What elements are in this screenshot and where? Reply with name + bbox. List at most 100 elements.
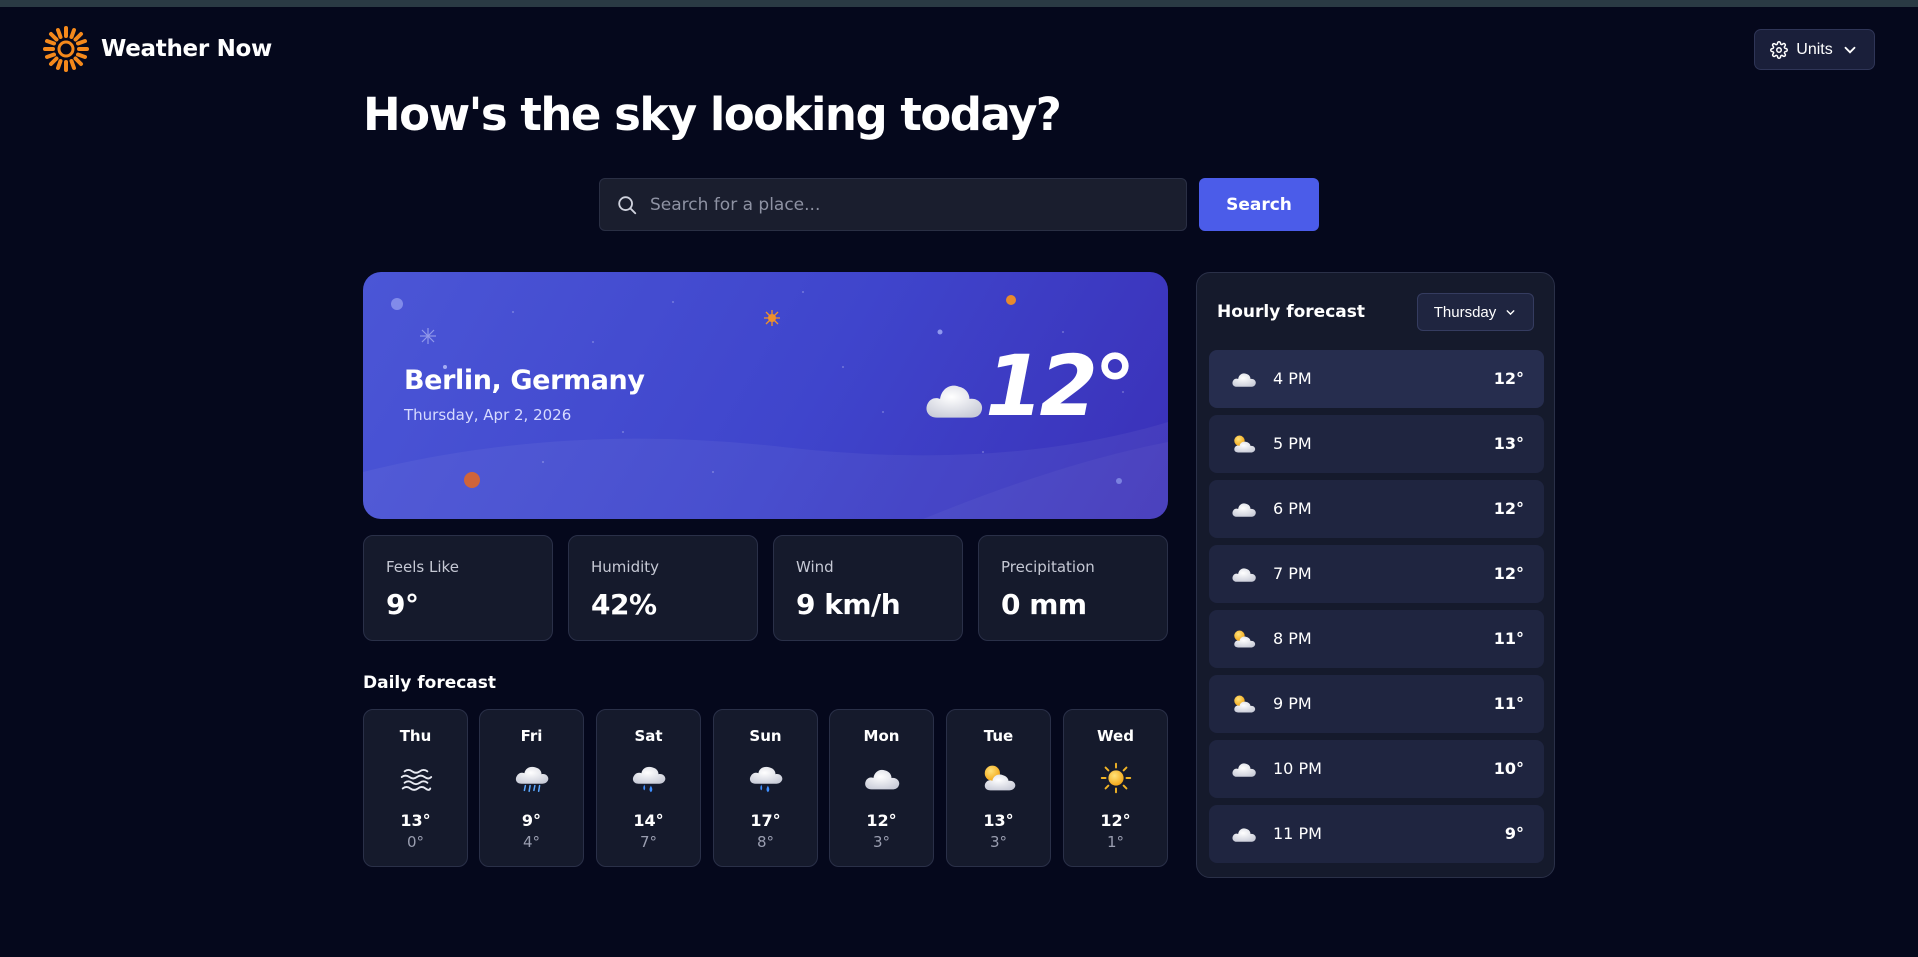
hour-temp: 11°: [1493, 694, 1524, 713]
daily-card-tue: Tue 13° 3°: [946, 709, 1051, 867]
hourly-row: 6 PM 12°: [1209, 480, 1544, 538]
hourly-row: 11 PM 9°: [1209, 805, 1544, 863]
hourly-row: 8 PM 11°: [1209, 610, 1544, 668]
day-high: 13°: [983, 811, 1014, 830]
sun-logo-icon: [43, 26, 89, 72]
partly-cloudy-icon: [1231, 693, 1257, 715]
day-name: Sun: [749, 727, 782, 745]
stat-humidity: Humidity 42%: [568, 535, 758, 641]
current-temperature: 12°: [985, 337, 1136, 435]
day-name: Fri: [520, 727, 543, 745]
daily-card-wed: Wed 12° 1°: [1063, 709, 1168, 867]
hourly-row: 7 PM 12°: [1209, 545, 1544, 603]
day-high: 12°: [866, 811, 897, 830]
day-low: 4°: [522, 833, 541, 851]
page-headline: How's the sky looking today?: [363, 88, 1062, 141]
hour-temp: 12°: [1493, 369, 1524, 388]
daily-forecast-title: Daily forecast: [363, 673, 497, 693]
hourly-row: 9 PM 11°: [1209, 675, 1544, 733]
chevron-down-icon: [1506, 309, 1515, 315]
day-select-dropdown[interactable]: Thursday: [1417, 293, 1534, 331]
stat-label: Humidity: [591, 558, 660, 576]
search-button[interactable]: Search: [1199, 178, 1319, 231]
search-icon: [618, 195, 637, 214]
cloud-icon: [863, 762, 901, 794]
partly-cloudy-icon: [980, 762, 1018, 794]
location-name: Berlin, Germany: [404, 365, 645, 396]
hour-time: 8 PM: [1273, 629, 1312, 648]
day-name: Wed: [1097, 727, 1134, 745]
hour-time: 5 PM: [1273, 434, 1312, 453]
stat-label: Feels Like: [386, 558, 459, 576]
hour-time: 4 PM: [1273, 369, 1312, 388]
cloud-icon: [1231, 498, 1257, 520]
stat-precipitation: Precipitation 0 mm: [978, 535, 1168, 641]
hourly-row: 10 PM 10°: [1209, 740, 1544, 798]
rain-icon: [630, 762, 668, 794]
stat-wind: Wind 9 km/h: [773, 535, 963, 641]
stat-value: 42%: [591, 588, 657, 621]
hour-time: 9 PM: [1273, 694, 1312, 713]
hour-temp: 9°: [1504, 824, 1524, 843]
daily-card-sat: Sat 14° 7°: [596, 709, 701, 867]
units-button[interactable]: Units: [1754, 29, 1875, 70]
day-low: 8°: [756, 833, 775, 851]
day-low: 3°: [989, 833, 1008, 851]
search-field[interactable]: [599, 178, 1187, 231]
hour-temp: 12°: [1493, 499, 1524, 518]
hour-temp: 10°: [1493, 759, 1524, 778]
daily-card-thu: Thu 13° 0°: [363, 709, 468, 867]
current-weather-card: Berlin, Germany Thursday, Apr 2, 2026 12…: [363, 272, 1168, 519]
hourly-forecast-title: Hourly forecast: [1217, 302, 1366, 322]
stat-value: 0 mm: [1001, 588, 1087, 621]
hour-temp: 11°: [1493, 629, 1524, 648]
day-high: 12°: [1100, 811, 1131, 830]
app-logo[interactable]: Weather Now: [43, 26, 272, 72]
selected-day: Thursday: [1433, 303, 1497, 321]
hour-temp: 13°: [1493, 434, 1524, 453]
cloud-icon: [923, 374, 985, 424]
stat-value: 9 km/h: [796, 588, 901, 621]
daily-card-mon: Mon 12° 3°: [829, 709, 934, 867]
hour-time: 6 PM: [1273, 499, 1312, 518]
day-high: 9°: [521, 811, 542, 830]
day-low: 0°: [406, 833, 425, 851]
cloud-icon: [1231, 563, 1257, 585]
cloud-icon: [1231, 368, 1257, 390]
app-name: Weather Now: [101, 36, 272, 62]
current-date: Thursday, Apr 2, 2026: [404, 406, 572, 424]
stat-feels-like: Feels Like 9°: [363, 535, 553, 641]
daily-card-sun: Sun 17° 8°: [713, 709, 818, 867]
partly-cloudy-icon: [1231, 628, 1257, 650]
day-low: 7°: [639, 833, 658, 851]
hour-time: 7 PM: [1273, 564, 1312, 583]
search-input[interactable]: [650, 194, 1186, 215]
hour-temp: 12°: [1493, 564, 1524, 583]
day-high: 14°: [633, 811, 664, 830]
sun-icon: [1097, 762, 1135, 794]
stat-value: 9°: [386, 588, 419, 621]
chevron-down-icon: [1844, 46, 1856, 54]
drizzle-icon: [513, 762, 551, 794]
hourly-row: 5 PM 13°: [1209, 415, 1544, 473]
day-high: 17°: [750, 811, 781, 830]
day-name: Thu: [399, 727, 432, 745]
hour-time: 10 PM: [1273, 759, 1322, 778]
day-name: Tue: [983, 727, 1014, 745]
fog-icon: [397, 762, 435, 794]
hourly-forecast-panel: Hourly forecast Thursday 4 PM 12° 5 PM 1…: [1196, 272, 1555, 878]
daily-card-fri: Fri 9° 4°: [479, 709, 584, 867]
gear-icon: [1770, 40, 1789, 59]
cloud-icon: [1231, 823, 1257, 845]
stat-label: Precipitation: [1001, 558, 1095, 576]
hour-time: 11 PM: [1273, 824, 1322, 843]
day-name: Mon: [863, 727, 900, 745]
rain-icon: [747, 762, 785, 794]
window-top-strip: [0, 0, 1918, 7]
day-low: 1°: [1106, 833, 1125, 851]
day-low: 3°: [872, 833, 891, 851]
hourly-row: 4 PM 12°: [1209, 350, 1544, 408]
cloud-icon: [1231, 758, 1257, 780]
units-label: Units: [1796, 40, 1833, 58]
day-high: 13°: [400, 811, 431, 830]
